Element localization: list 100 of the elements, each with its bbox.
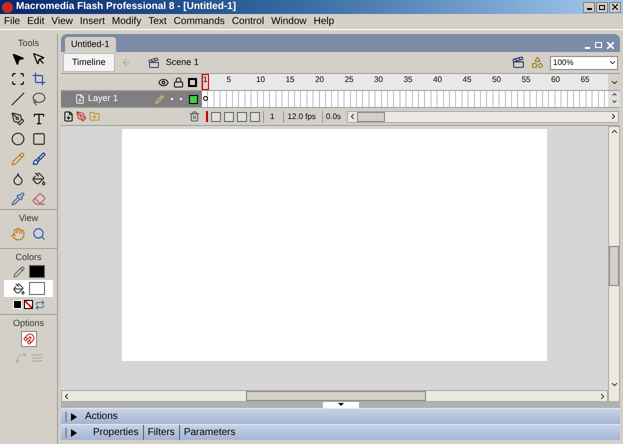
eye-icon[interactable] (158, 76, 169, 88)
fill-color-icon[interactable] (12, 282, 24, 294)
pen-tool-icon[interactable] (11, 112, 26, 126)
subselect-tool-icon[interactable] (32, 52, 46, 66)
frame-number: 35 (404, 76, 412, 84)
frame-number: 20 (315, 76, 324, 84)
no-color-icon[interactable] (24, 300, 32, 309)
menu-item[interactable]: Help (314, 14, 334, 29)
oval-tool-icon[interactable] (11, 132, 26, 146)
frame-number: 5 (226, 76, 232, 84)
playhead[interactable] (202, 74, 209, 90)
rectangle-tool-icon[interactable] (32, 132, 46, 146)
edit-multiple-icon[interactable] (237, 112, 247, 122)
swap-colors-icon[interactable] (34, 300, 44, 310)
frame-number: 55 (522, 76, 530, 84)
frame-number: 40 (433, 76, 442, 84)
frame-number: 30 (374, 76, 383, 84)
minimize-button[interactable] (583, 2, 595, 12)
outline-icon[interactable] (188, 78, 197, 86)
horizontal-scrollbar[interactable] (61, 390, 608, 402)
scroll-thumb[interactable] (246, 391, 426, 401)
frame-number: 65 (580, 76, 590, 84)
scene-name: Scene 1 (166, 56, 199, 69)
scroll-up-icon[interactable] (610, 127, 618, 136)
snap-button[interactable] (20, 331, 36, 347)
stroke-color-icon[interactable] (12, 266, 24, 278)
frame-number: 45 (462, 76, 472, 84)
vertical-scrollbar[interactable] (608, 126, 620, 402)
menu-item[interactable]: Edit (27, 14, 44, 29)
lasso-tool-icon[interactable] (32, 92, 46, 106)
frame-cells[interactable] (202, 91, 608, 107)
frame-number: 15 (286, 76, 294, 84)
frame-rate: 12.0 fps (283, 110, 319, 122)
panel-tab[interactable]: Parameters (178, 425, 240, 440)
layer-name: Layer 1 (88, 92, 118, 106)
collapse-handle[interactable] (322, 402, 358, 408)
paint-bucket-icon[interactable] (32, 172, 46, 186)
stroke-color-swatch[interactable] (28, 265, 44, 278)
document-tab[interactable]: Untitled-1 (65, 36, 116, 52)
layer-row[interactable]: Layer 1 (61, 91, 202, 107)
panel-tab[interactable]: Properties (89, 425, 143, 440)
text-tool-icon[interactable] (32, 112, 46, 126)
close-button[interactable] (609, 2, 621, 12)
horizontal-scrollbar[interactable] (347, 110, 619, 122)
eraser-icon[interactable] (32, 192, 46, 206)
lock-icon[interactable] (173, 76, 184, 88)
scroll-right-icon[interactable] (598, 392, 607, 400)
zoom-dropdown[interactable]: 100% (550, 56, 618, 70)
onion-outline-icon[interactable] (224, 112, 234, 122)
scroll-thumb[interactable] (357, 112, 386, 122)
restore-button[interactable] (595, 42, 602, 48)
layer-icon[interactable] (75, 94, 85, 104)
menu-item[interactable]: Insert (80, 14, 105, 29)
default-colors-icon[interactable] (12, 300, 22, 309)
scroll-right-icon[interactable] (609, 112, 618, 121)
line-tool-icon[interactable] (11, 92, 26, 106)
scroll-down-icon[interactable] (610, 380, 618, 389)
free-transform-icon[interactable] (11, 72, 26, 86)
section-title: Options (12, 317, 46, 329)
window-title: Macromedia Flash Professional 8 - [Untitled-1] (16, 2, 236, 12)
menu-item[interactable]: File (4, 14, 20, 29)
frame-number: 1 (203, 76, 208, 84)
scroll-down-icon[interactable] (610, 98, 618, 105)
scroll-up-icon[interactable] (610, 91, 618, 98)
scroll-left-icon[interactable] (62, 392, 71, 400)
layer-color-icon[interactable] (189, 94, 198, 104)
app-logo-icon (2, 2, 13, 12)
menu-item[interactable]: Modify (112, 14, 142, 29)
delete-layer-icon[interactable] (189, 111, 200, 122)
panel-bar[interactable]: Actions (61, 408, 620, 424)
menu-item[interactable]: Window (271, 14, 307, 29)
section-title: Tools (16, 37, 40, 49)
scroll-thumb[interactable] (609, 246, 619, 286)
brush-tool-icon[interactable] (32, 152, 46, 166)
section-title: View (18, 212, 40, 224)
panel-bar[interactable]: Properties Filters Parameters (61, 424, 620, 440)
arrow-tool-icon[interactable] (11, 52, 26, 66)
zoom-tool-icon[interactable] (32, 227, 46, 241)
timeline-button[interactable]: Timeline (63, 52, 115, 72)
menu-item[interactable]: Control (232, 14, 264, 29)
onion-skin-icon[interactable] (211, 112, 221, 122)
keyframe-icon (203, 96, 208, 101)
onion-markers-icon[interactable] (250, 112, 260, 122)
insert-layer-icon[interactable] (63, 111, 74, 122)
panel-tab[interactable]: Actions (81, 409, 122, 424)
current-frame: 1 (263, 110, 280, 122)
section-title: Colors (14, 251, 42, 263)
fill-color-swatch[interactable] (28, 282, 44, 295)
elapsed-time: 0.0s (322, 110, 344, 122)
menu-item[interactable]: Commands (174, 14, 225, 29)
frame-number: 60 (551, 76, 560, 84)
vertical-scrollbar[interactable] (608, 91, 620, 107)
eyedropper-icon[interactable] (11, 192, 26, 206)
menu-item[interactable]: View (51, 14, 73, 29)
scene-icon[interactable] (148, 56, 160, 68)
menu-item[interactable]: Text (148, 14, 167, 29)
frame-number: 10 (256, 76, 265, 84)
edit-scene-icon[interactable] (512, 56, 525, 69)
maximize-button[interactable] (596, 2, 608, 12)
panel-tab[interactable]: Filters (142, 425, 179, 440)
